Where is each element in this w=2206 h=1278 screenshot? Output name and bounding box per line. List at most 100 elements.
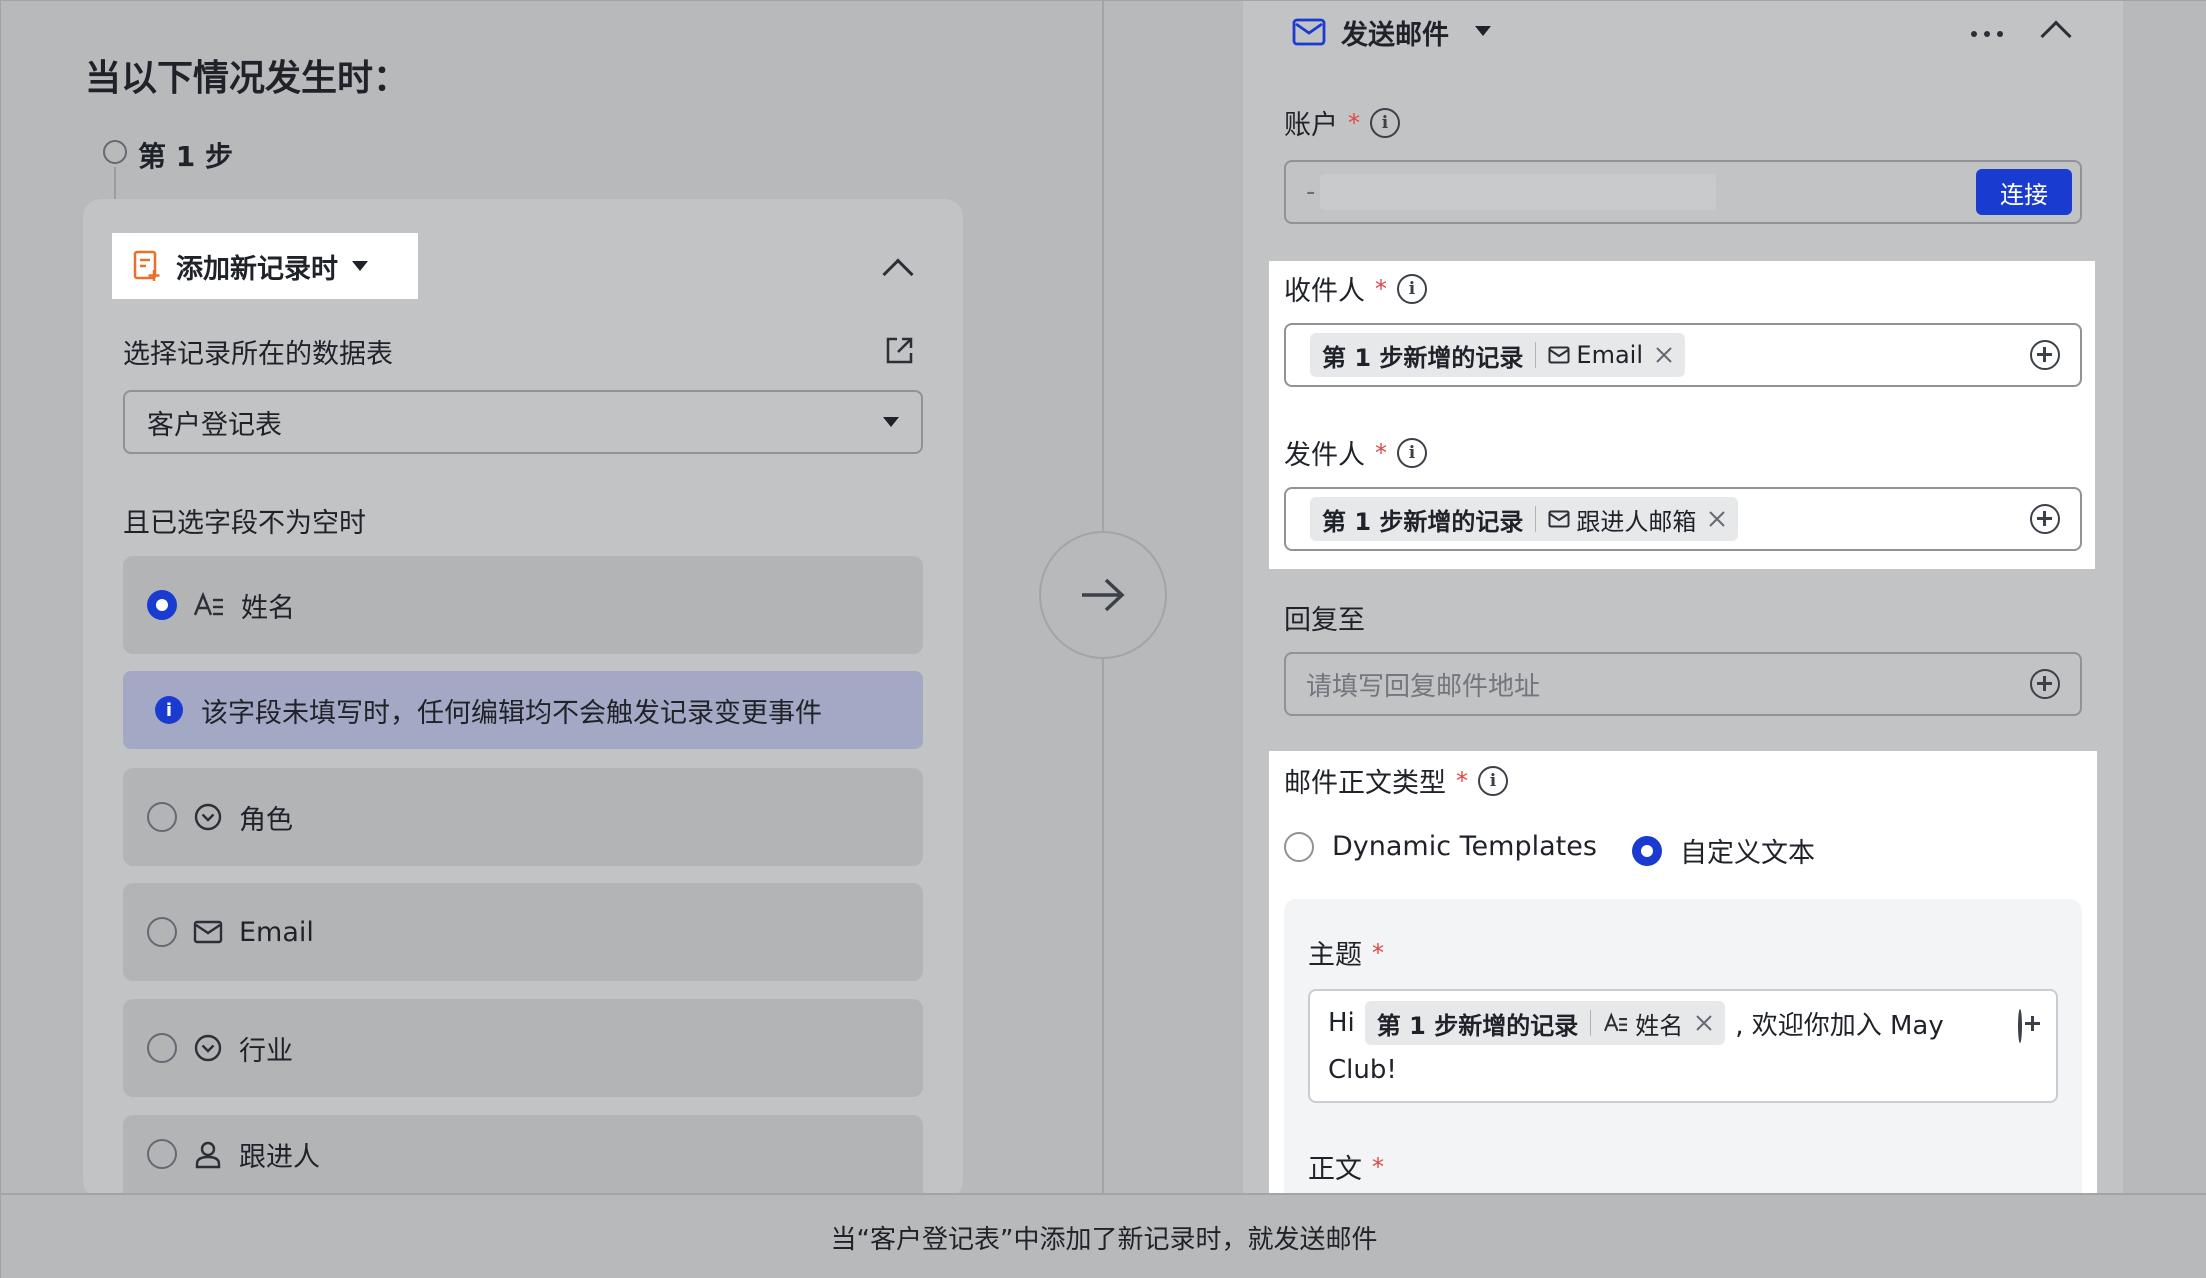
trigger-type-dropdown[interactable]: 添加新记录时 <box>112 233 418 299</box>
right-gutter <box>2123 1 2206 1193</box>
chevron-down-icon[interactable] <box>1475 26 1491 36</box>
required-mark: * <box>1372 1152 1384 1181</box>
close-icon[interactable] <box>1695 1014 1713 1032</box>
field-option-label: Email <box>239 916 314 948</box>
connect-button[interactable]: 连接 <box>1976 169 2072 215</box>
sender-label-row: 发件人 * i <box>1284 433 1427 472</box>
required-mark: * <box>1456 766 1468 795</box>
recipient-label: 收件人 <box>1284 276 1365 307</box>
close-icon[interactable] <box>1708 510 1726 528</box>
subject-label: 主题 <box>1308 940 1362 971</box>
account-select[interactable]: - 连接 <box>1284 160 2082 224</box>
tag-separator <box>1535 342 1537 368</box>
option-field-icon <box>194 1034 222 1062</box>
recipient-input[interactable]: 第 1 步新增的记录 Email <box>1284 323 2082 387</box>
recipient-label-row: 收件人 * i <box>1284 269 1427 308</box>
add-icon[interactable] <box>2018 1009 2022 1043</box>
caption-bar: 当“客户登记表”中添加了新记录时，就发送邮件 <box>1 1193 2206 1278</box>
required-mark: * <box>1348 108 1360 137</box>
tag-field: Email <box>1576 341 1644 369</box>
body-label: 正文 <box>1308 1154 1362 1185</box>
account-value: - <box>1306 177 1316 207</box>
radio-unselected[interactable] <box>147 1033 177 1063</box>
table-select-label: 选择记录所在的数据表 <box>123 339 393 370</box>
radio-unselected[interactable] <box>147 1139 177 1169</box>
arrow-right-icon <box>1082 578 1125 612</box>
subject-suffix: , 欢迎你加入 May <box>1735 1010 1944 1041</box>
add-icon[interactable] <box>2030 669 2060 699</box>
text-field-icon <box>193 591 223 616</box>
field-option-role[interactable]: 角色 <box>123 768 923 866</box>
field-condition-label: 且已选字段不为空时 <box>123 508 366 539</box>
tag-separator <box>1590 1010 1592 1036</box>
subject-tag[interactable]: 第 1 步新增的记录 姓名 <box>1364 1001 1726 1045</box>
required-mark: * <box>1375 438 1387 467</box>
info-icon: i <box>155 696 183 724</box>
flow-arrow <box>1039 531 1167 659</box>
subject-prefix: Hi <box>1328 1008 1355 1038</box>
radio-unselected[interactable] <box>147 917 177 947</box>
add-record-icon <box>133 250 160 281</box>
tag-field: 跟进人邮箱 <box>1576 507 1697 536</box>
sender-tag[interactable]: 第 1 步新增的记录 跟进人邮箱 <box>1310 497 1739 541</box>
sender-input[interactable]: 第 1 步新增的记录 跟进人邮箱 <box>1284 487 2082 551</box>
email-field-icon <box>1548 510 1570 528</box>
info-icon[interactable]: i <box>1397 437 1427 468</box>
body-type-label-row: 邮件正文类型 * i <box>1284 761 1508 800</box>
subject-line-2: Club! <box>1328 1055 1397 1085</box>
field-option-label: 行业 <box>239 1035 293 1067</box>
more-icon[interactable] <box>1971 31 2003 37</box>
subject-input[interactable]: Hi 第 1 步新增的记录 姓名 , 欢迎你加入 May Club! <box>1308 989 2058 1103</box>
open-external-icon[interactable] <box>883 335 915 367</box>
step-indicator <box>103 140 127 164</box>
field-option-follower[interactable]: 跟进人 <box>123 1115 923 1193</box>
info-icon[interactable]: i <box>1478 765 1508 796</box>
field-option-label: 跟进人 <box>239 1141 320 1173</box>
radio-selected[interactable] <box>1632 835 1662 866</box>
field-option-name[interactable]: 姓名 <box>123 556 923 654</box>
account-masked <box>1320 174 1716 210</box>
body-label-row: 正文 * <box>1308 1147 1384 1186</box>
recipient-tag[interactable]: 第 1 步新增的记录 Email <box>1310 333 1686 377</box>
field-option-industry[interactable]: 行业 <box>123 999 923 1097</box>
radio-unselected[interactable] <box>1284 831 1314 862</box>
body-type-option-dynamic[interactable]: Dynamic Templates <box>1284 831 1597 862</box>
field-option-email[interactable]: Email <box>123 883 923 981</box>
step-connector <box>114 167 116 201</box>
body-type-option-label: Dynamic Templates <box>1332 831 1597 862</box>
chevron-down-icon <box>883 417 899 427</box>
sender-label: 发件人 <box>1284 440 1365 471</box>
chevron-down-icon <box>352 261 368 271</box>
trigger-title: 当以下情况发生时： <box>85 58 410 99</box>
body-type-option-label: 自定义文本 <box>1680 838 1815 869</box>
info-icon[interactable]: i <box>1370 107 1400 138</box>
subject-label-row: 主题 * <box>1308 933 1384 972</box>
radio-unselected[interactable] <box>147 802 177 832</box>
info-icon[interactable]: i <box>1397 273 1427 304</box>
reply-label: 回复至 <box>1284 605 1365 636</box>
caption-text: 当“客户登记表”中添加了新记录时，就发送邮件 <box>830 1224 1378 1255</box>
body-type-label: 邮件正文类型 <box>1284 768 1446 799</box>
notice-text: 该字段未填写时，任何编辑均不会触发记录变更事件 <box>201 697 822 729</box>
workflow-canvas: 当以下情况发生时： 第 1 步 添加新记录时 选择记录所在的数据表 客户登记表 … <box>0 0 2206 1278</box>
subject-line-1: Hi 第 1 步新增的记录 姓名 , 欢迎你加入 May <box>1328 1001 1944 1045</box>
action-title[interactable]: 发送邮件 <box>1341 13 1449 52</box>
body-type-option-custom[interactable]: 自定义文本 <box>1632 831 1815 870</box>
tag-field: 姓名 <box>1635 1011 1684 1040</box>
table-select[interactable]: 客户登记表 <box>123 390 923 454</box>
tag-source: 第 1 步新增的记录 <box>1322 343 1524 372</box>
required-mark: * <box>1372 938 1384 967</box>
add-icon[interactable] <box>2030 340 2060 370</box>
field-option-label: 角色 <box>239 804 293 836</box>
text-field-icon <box>1604 1012 1628 1032</box>
close-icon[interactable] <box>1655 346 1673 364</box>
reply-input[interactable]: 请填写回复邮件地址 <box>1284 652 2082 716</box>
add-icon[interactable] <box>2030 504 2060 534</box>
step-label: 第 1 步 <box>138 140 233 173</box>
trigger-type-label: 添加新记录时 <box>176 253 338 285</box>
account-label-row: 账户 * i <box>1284 103 1400 142</box>
field-notice: i 该字段未填写时，任何编辑均不会触发记录变更事件 <box>123 671 923 749</box>
radio-selected[interactable] <box>147 590 177 620</box>
account-label: 账户 <box>1284 110 1338 141</box>
email-field-icon <box>1548 346 1570 364</box>
